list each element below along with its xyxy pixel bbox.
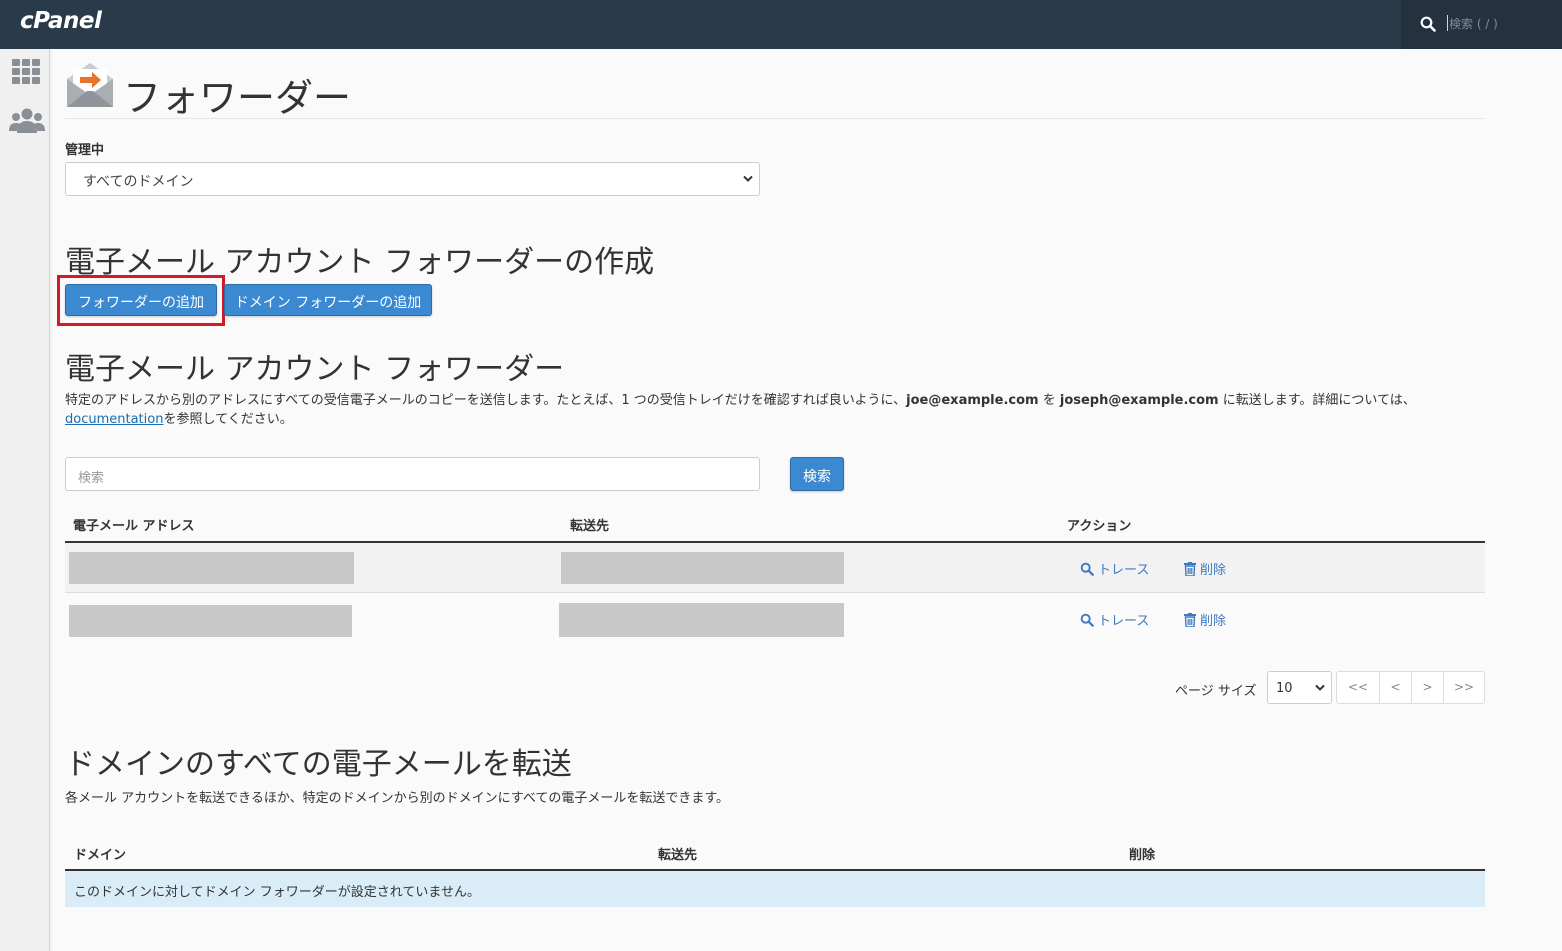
global-search[interactable]: 検索 ( / )	[1401, 0, 1562, 49]
delete-link[interactable]: 削除	[1184, 559, 1226, 578]
cpanel-logo[interactable]: cPanel	[20, 8, 102, 34]
page-size-select[interactable]: 10	[1267, 671, 1332, 704]
delete-label: 削除	[1200, 563, 1227, 578]
first-page-button[interactable]: <<	[1337, 672, 1379, 703]
search-icon	[1080, 613, 1094, 627]
forwarder-envelope-icon	[67, 63, 113, 107]
desc-text: 特定のアドレスから別のアドレスにすべての受信電子メールのコピーを送信します。たと…	[65, 393, 907, 408]
forwarders-description: 特定のアドレスから別のアドレスにすべての受信電子メールのコピーを送信します。たと…	[65, 391, 1475, 429]
table-row: トレース 削除	[65, 594, 1485, 644]
trash-icon	[1184, 612, 1196, 627]
search-icon	[1420, 16, 1436, 32]
managing-label: 管理中	[65, 143, 105, 158]
redacted-forward-to	[559, 603, 844, 637]
redacted-forward-to	[561, 552, 844, 584]
page-size-value: 10	[1276, 681, 1293, 696]
trace-link[interactable]: トレース	[1080, 559, 1149, 578]
desc-text: を参照してください。	[163, 412, 293, 427]
documentation-link[interactable]: documentation	[65, 412, 163, 427]
search-button[interactable]: 検索	[790, 457, 844, 491]
apps-grid-icon[interactable]	[11, 59, 41, 85]
desc-text: に転送します。詳細については、	[1218, 393, 1416, 408]
desc-text: を	[1038, 393, 1060, 408]
empty-state-message: このドメインに対してドメイン フォワーダーが設定されていません。	[65, 871, 1485, 907]
sidebar	[0, 49, 50, 951]
prev-page-button[interactable]: <	[1379, 672, 1411, 703]
next-page-button[interactable]: >	[1411, 672, 1443, 703]
domain-forward-heading: ドメインのすべての電子メールを転送	[65, 747, 572, 782]
desc-email-example: joseph@example.com	[1059, 393, 1219, 408]
trace-label: トレース	[1098, 614, 1150, 629]
add-domain-forwarder-button[interactable]: ドメイン フォワーダーの追加	[224, 284, 432, 316]
global-search-input[interactable]: 検索 ( / )	[1449, 15, 1498, 32]
table-row: トレース 削除	[65, 543, 1485, 593]
page-header: フォワーダー	[65, 61, 1485, 120]
users-icon[interactable]	[9, 107, 45, 135]
redacted-email-address	[69, 552, 354, 584]
column-header-delete: 削除	[1129, 848, 1156, 863]
chevron-down-icon	[1315, 684, 1325, 691]
forwarder-search-input[interactable]: 検索	[65, 457, 760, 491]
column-header-forward-to[interactable]: 転送先	[570, 515, 609, 534]
chevron-down-icon	[743, 175, 753, 182]
top-bar: cPanel 検索 ( / )	[0, 0, 1562, 49]
delete-label: 削除	[1200, 614, 1227, 629]
trace-label: トレース	[1098, 563, 1150, 578]
trash-icon	[1184, 561, 1196, 576]
domain-select[interactable]: すべてのドメイン	[65, 162, 760, 196]
search-icon	[1080, 562, 1094, 576]
column-header-forward-to[interactable]: 転送先	[658, 844, 697, 863]
domain-select-value: すべてのドメイン	[83, 174, 194, 190]
text-caret	[1447, 15, 1448, 31]
desc-email-example: joe@example.com	[906, 393, 1039, 408]
page-title: フォワーダー	[123, 76, 352, 120]
column-header-actions: アクション	[1067, 519, 1132, 534]
column-header-address[interactable]: 電子メール アドレス	[73, 515, 195, 534]
pagination: << < > >>	[1336, 671, 1485, 704]
delete-link[interactable]: 削除	[1184, 610, 1226, 629]
redacted-email-address	[69, 605, 352, 637]
page-size-label: ページ サイズ	[1175, 684, 1257, 699]
domain-forward-description: 各メール アカウントを転送できるほか、特定のドメインから別のドメインにすべての電…	[65, 791, 730, 806]
trace-link[interactable]: トレース	[1080, 610, 1149, 629]
last-page-button[interactable]: >>	[1443, 672, 1484, 703]
forwarders-heading: 電子メール アカウント フォワーダー	[65, 352, 565, 387]
column-header-domain[interactable]: ドメイン	[74, 844, 126, 863]
add-forwarder-button[interactable]: フォワーダーの追加	[65, 284, 217, 316]
